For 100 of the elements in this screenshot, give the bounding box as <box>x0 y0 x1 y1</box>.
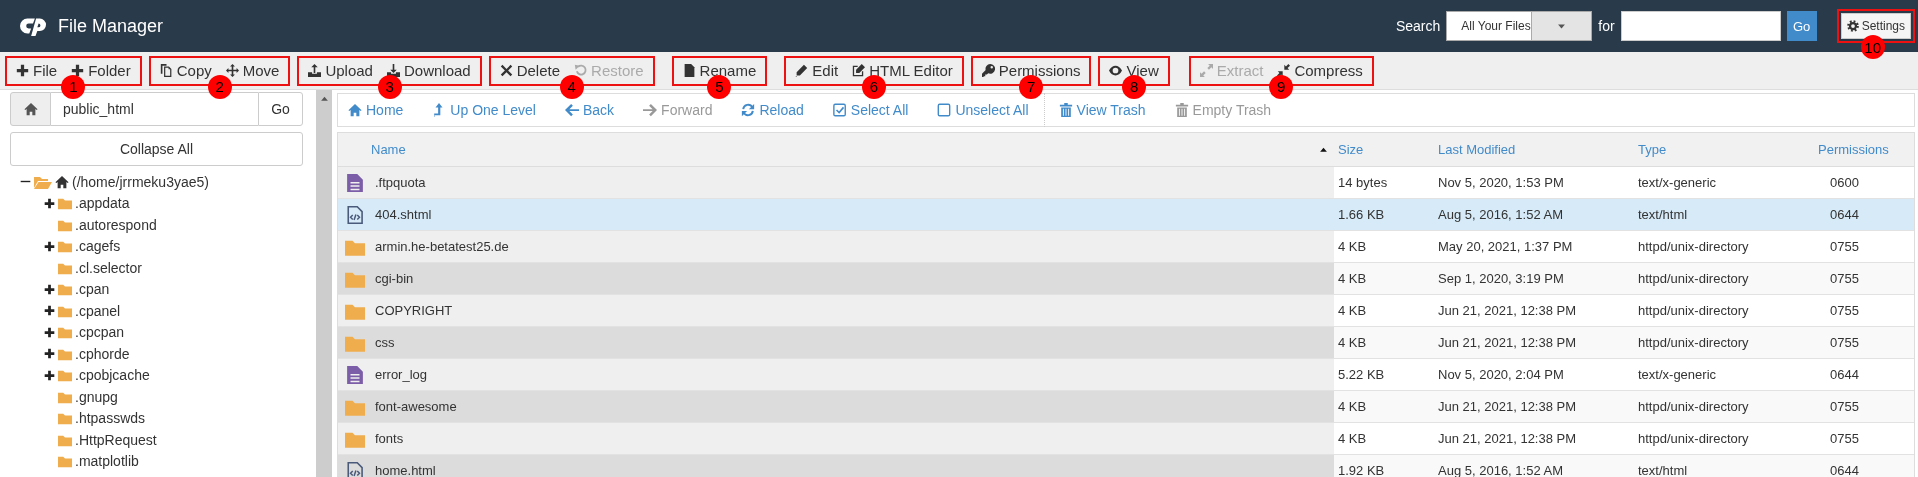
table-cell: 4 KB <box>1338 431 1367 446</box>
table-cell: css <box>375 335 395 350</box>
nav-link[interactable]: Unselect All <box>937 102 1029 118</box>
trash-icon <box>1058 103 1073 117</box>
scope-dropdown[interactable]: All Your Files <box>1446 11 1593 41</box>
document-icon <box>345 173 364 192</box>
table-cell: 0755 <box>1830 239 1859 254</box>
table-cell: httpd/unix-directory <box>1638 399 1749 414</box>
tree-item[interactable]: .htpasswds <box>75 410 146 427</box>
tree-item[interactable]: .appdata <box>75 195 130 212</box>
tree-item[interactable]: .matplotlib <box>75 453 139 470</box>
tree-item[interactable]: .HttpRequest <box>75 431 157 448</box>
table-cell: Sep 1, 2020, 3:19 PM <box>1438 271 1564 286</box>
table-cell: httpd/unix-directory <box>1638 431 1749 446</box>
tree-item[interactable]: .cphorde <box>75 345 130 362</box>
table-cell: Jun 21, 2021, 12:38 PM <box>1438 303 1577 318</box>
compress-icon <box>1277 64 1291 77</box>
table-cell: error_log <box>375 367 428 382</box>
tree-item[interactable]: .cl.selector <box>75 259 142 276</box>
for-label: for <box>1598 18 1615 34</box>
home-button[interactable] <box>10 92 51 126</box>
table-cell: text/html <box>1638 463 1688 477</box>
table-cell: Nov 5, 2020, 2:04 PM <box>1438 367 1564 382</box>
table-cell: home.html <box>375 463 436 477</box>
table-cell: 1.92 KB <box>1338 463 1385 477</box>
folder-icon <box>58 282 72 297</box>
expand-toggle[interactable] <box>44 305 55 317</box>
left-arrow-icon <box>564 103 579 117</box>
plus-icon <box>44 326 55 338</box>
table-cell: 4 KB <box>1338 303 1367 318</box>
expand-toggle[interactable] <box>44 348 55 360</box>
tree-item[interactable]: .cpanel <box>75 302 121 319</box>
toolbar-button[interactable]: Upload <box>302 60 379 81</box>
nav-link[interactable]: Reload <box>741 102 804 118</box>
tree-item[interactable]: .gnupg <box>75 388 118 405</box>
copy-icon <box>159 64 173 77</box>
table-cell: 404.shtml <box>375 207 432 222</box>
table-cell: 4 KB <box>1338 335 1367 350</box>
file-row[interactable]: font-awesome 4 KB Jun 21, 2021, 12:38 PM httpd/unix-directory 0755 <box>338 391 1914 423</box>
settings-icon <box>1846 20 1859 32</box>
file-row[interactable]: armin.he-betatest25.de 4 KB May 20, 2021, 1:37 PM httpd/unix-directory 0755 <box>338 231 1914 263</box>
home-icon <box>348 103 362 117</box>
file-row[interactable]: error_log 5.22 KB Nov 5, 2020, 2:04 PM text/x-generic 0644 <box>338 359 1914 391</box>
expand-toggle[interactable] <box>44 283 55 295</box>
table-cell: text/x-generic <box>1638 367 1717 382</box>
tree-item[interactable]: .autorespond <box>75 216 157 233</box>
table-cell: Jun 21, 2021, 12:38 PM <box>1438 335 1577 350</box>
square-icon <box>937 103 952 117</box>
expand-toggle[interactable] <box>44 197 55 209</box>
scrollbar[interactable] <box>316 90 332 477</box>
table-cell: 0755 <box>1830 335 1859 350</box>
file-row[interactable]: .ftpquota 14 bytes Nov 5, 2020, 1:53 PM text/x-generic 0600 <box>338 167 1914 199</box>
app-title: File Manager <box>58 15 164 37</box>
path-field[interactable]: public_html <box>51 92 258 126</box>
table-cell: 1.66 KB <box>1338 207 1385 222</box>
file-row[interactable]: cgi-bin 4 KB Sep 1, 2020, 3:19 PM httpd/unix-directory 0755 <box>338 263 1914 295</box>
collapse-all-button[interactable]: Collapse All <box>10 132 303 166</box>
table-cell: httpd/unix-directory <box>1638 303 1749 318</box>
search-field[interactable] <box>1620 11 1781 41</box>
right-arrow-icon <box>643 103 658 117</box>
nav-link[interactable]: Home <box>348 102 404 118</box>
file-row[interactable]: fonts 4 KB Jun 21, 2021, 12:38 PM httpd/unix-directory 0755 <box>338 423 1914 455</box>
home-icon <box>23 102 38 116</box>
go-button[interactable]: Go <box>1786 11 1817 41</box>
x-icon <box>499 64 513 77</box>
number-badge: 1 <box>61 74 86 99</box>
tree-item[interactable]: .cpan <box>75 281 110 298</box>
eye-icon <box>1109 64 1123 77</box>
tree-item[interactable]: (/home/jrrmeku3yae5) <box>72 173 209 190</box>
table-cell: Aug 5, 2016, 1:52 AM <box>1438 207 1564 222</box>
pencil-icon <box>795 64 809 77</box>
table-cell: Aug 5, 2016, 1:52 AM <box>1438 463 1564 477</box>
expand-toggle[interactable] <box>44 326 55 338</box>
table-cell: COPYRIGHT <box>375 303 453 318</box>
number-badge: 3 <box>377 74 402 99</box>
nav-link[interactable]: Select All <box>832 102 909 118</box>
file-row[interactable]: COPYRIGHT 4 KB Jun 21, 2021, 12:38 PM httpd/unix-directory 0755 <box>338 295 1914 327</box>
table-cell: May 20, 2021, 1:37 PM <box>1438 239 1573 254</box>
go-button[interactable]: Go <box>258 92 303 126</box>
toolbar-button[interactable]: Edit <box>789 60 845 81</box>
table-cell: 4 KB <box>1338 239 1367 254</box>
tree-item[interactable]: .cpobjcache <box>75 367 150 384</box>
document-icon <box>345 365 364 384</box>
settings-button[interactable]: Settings <box>1840 13 1911 39</box>
toolbar-button[interactable]: File <box>10 60 64 81</box>
tree-item[interactable]: .cagefs <box>75 238 121 255</box>
file-row[interactable]: css 4 KB Jun 21, 2021, 12:38 PM httpd/unix-directory 0755 <box>338 327 1914 359</box>
table-cell: httpd/unix-directory <box>1638 239 1749 254</box>
key-icon <box>981 64 995 77</box>
folder-icon <box>58 411 72 426</box>
tree-item[interactable]: .cpcpan <box>75 324 125 341</box>
nav-link[interactable]: Up One Level <box>432 102 536 118</box>
file-row[interactable]: home.html 1.92 KB Aug 5, 2016, 1:52 AM text/html 0644 <box>338 455 1914 477</box>
table-cell: 0755 <box>1830 271 1859 286</box>
checkbox-icon <box>832 103 847 117</box>
expand-toggle[interactable] <box>44 369 55 381</box>
expand-toggle[interactable] <box>44 240 55 252</box>
file-row[interactable]: 404.shtml 1.66 KB Aug 5, 2016, 1:52 AM text/html 0644 <box>338 199 1914 231</box>
nav-link[interactable]: Back <box>564 102 615 118</box>
nav-link[interactable]: View Trash <box>1058 102 1146 118</box>
